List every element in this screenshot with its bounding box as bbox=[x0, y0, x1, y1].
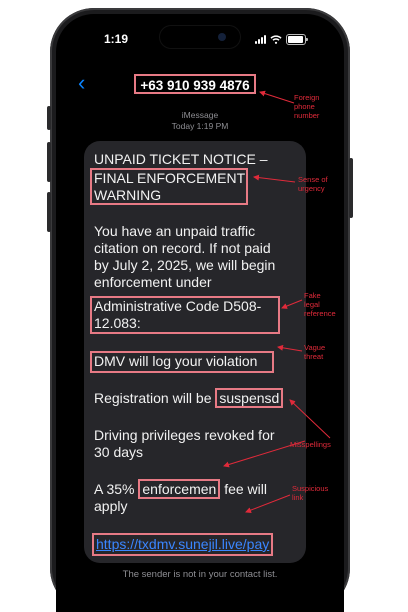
annotation-suspicious-link: Suspicious link bbox=[292, 484, 329, 502]
arrow-misspelling-1 bbox=[289, 399, 331, 439]
annotation-urgency: Sense of urgency bbox=[298, 175, 328, 193]
annotation-fake-legal: Fake legal reference bbox=[304, 291, 336, 318]
annotation-vague-threat: Vague threat bbox=[304, 343, 326, 361]
arrow-vague-threat bbox=[277, 344, 303, 352]
annotation-misspellings: Misspellings bbox=[290, 440, 331, 449]
arrow-suspicious-link bbox=[245, 494, 291, 513]
arrow-fake-legal bbox=[281, 299, 303, 309]
annotation-foreign-phone: Foreign phone number bbox=[294, 93, 320, 120]
arrow-foreign-phone bbox=[259, 90, 295, 104]
arrow-urgency bbox=[253, 174, 296, 183]
annotation-arrows bbox=[223, 90, 331, 513]
